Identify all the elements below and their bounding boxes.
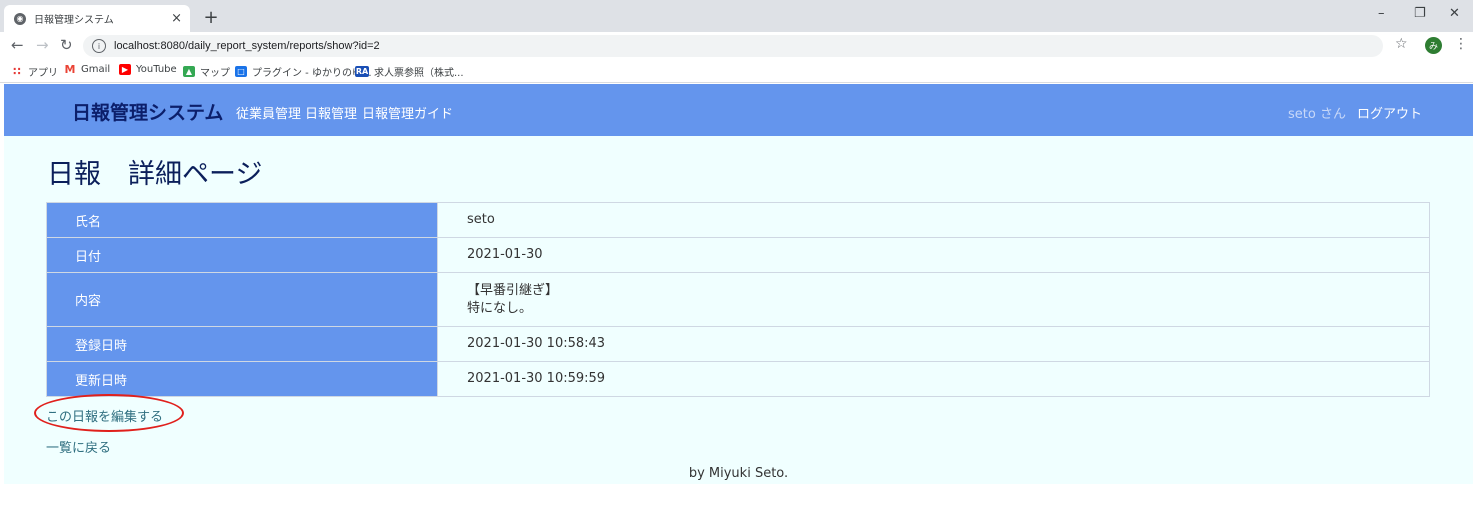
bookmark-plugin[interactable]: □ プラグイン - ゆかりのゆ... [235,64,372,79]
browser-toolbar: ← → ↻ i localhost:8080/daily_report_syst… [0,32,1473,59]
row-label-name: 氏名 [46,202,438,238]
menu-kebab-icon[interactable]: ⋮ [1454,36,1468,52]
new-tab-button[interactable]: + [201,7,221,28]
highlight-circle-annotation [34,394,184,432]
bookmark-job[interactable]: RA 求人票参照（株式... [355,64,464,79]
url-text[interactable]: localhost:8080/daily_report_system/repor… [114,40,380,52]
minimize-icon[interactable]: – [1378,6,1385,21]
bookmark-label: マップ [200,68,230,79]
nav-reports[interactable]: 日報管理 [305,103,357,122]
job-icon: RA [355,66,369,77]
reload-icon[interactable]: ↻ [60,36,73,54]
table-row: 内容 【早番引継ぎ】 特になし。 [46,272,1430,327]
row-value-date: 2021-01-30 [437,237,1430,273]
bookmark-apps[interactable]: ∷ アプリ [11,64,58,79]
bookmark-label: 求人票参照（株式... [374,68,464,79]
row-label-date: 日付 [46,237,438,273]
row-value-name: seto [437,202,1430,238]
bookmark-label: プラグイン - ゆかりのゆ... [252,68,372,79]
nav-guide[interactable]: 日報管理ガイド [362,103,453,122]
bookmark-maps[interactable]: ▲ マップ [183,64,230,79]
bookmark-star-icon[interactable]: ☆ [1395,36,1408,52]
site-header: 日報管理システム 従業員管理 日報管理 日報管理ガイド seto さん ログアウ… [4,84,1473,136]
window-close-icon[interactable]: ✕ [1449,6,1460,21]
current-user: seto さん [1288,107,1346,122]
site-info-icon[interactable]: i [92,39,106,53]
bookmarks-bar: ∷ アプリ M Gmail ▶ YouTube ▲ マップ □ プラグイン - … [0,59,1473,83]
page-body: 日報管理システム 従業員管理 日報管理 日報管理ガイド seto さん ログアウ… [4,84,1473,484]
row-label-created: 登録日時 [46,326,438,362]
row-value-created: 2021-01-30 10:58:43 [437,326,1430,362]
bookmark-label: Gmail [81,64,111,75]
row-value-content: 【早番引継ぎ】 特になし。 [437,272,1430,327]
globe-icon: ◉ [14,12,26,25]
address-bar[interactable]: i localhost:8080/daily_report_system/rep… [83,35,1383,57]
apps-grid-icon: ∷ [11,65,23,78]
row-value-updated: 2021-01-30 10:59:59 [437,361,1430,397]
back-to-list-link[interactable]: 一覧に戻る [46,437,111,456]
logout-link[interactable]: ログアウト [1357,103,1422,122]
content-line: 【早番引継ぎ】 [467,282,559,298]
forward-arrow-icon[interactable]: → [36,36,49,54]
bookmark-youtube[interactable]: ▶ YouTube [119,64,177,75]
bookmark-label: YouTube [136,64,177,75]
tab-close-button[interactable]: × [171,11,182,26]
report-detail-table: 氏名 seto 日付 2021-01-30 内容 【早番引継ぎ】 特になし。 登… [46,202,1430,397]
nav-employees[interactable]: 従業員管理 [236,103,301,122]
tab-title: 日報管理システム [34,15,114,26]
row-label-updated: 更新日時 [46,361,438,397]
site-brand[interactable]: 日報管理システム [72,98,223,125]
maps-icon: ▲ [183,66,195,77]
browser-tab[interactable]: ◉ 日報管理システム × [4,5,190,32]
browser-tabstrip: ◉ 日報管理システム × + – ❐ ✕ [0,0,1473,32]
page-footer: by Miyuki Seto. [688,466,789,481]
table-row: 日付 2021-01-30 [46,237,1430,273]
table-row: 氏名 seto [46,202,1430,238]
plugin-icon: □ [235,66,247,77]
profile-avatar[interactable]: み [1425,37,1442,54]
restore-icon[interactable]: ❐ [1414,6,1426,21]
content-line: 特になし。 [467,300,533,316]
bookmark-label: アプリ [28,68,58,79]
row-label-content: 内容 [46,272,438,327]
table-row: 登録日時 2021-01-30 10:58:43 [46,326,1430,362]
page-title: 日報 詳細ページ [47,159,263,190]
gmail-icon: M [64,63,76,76]
table-row: 更新日時 2021-01-30 10:59:59 [46,361,1430,397]
back-arrow-icon[interactable]: ← [11,36,24,54]
youtube-icon: ▶ [119,64,131,75]
bookmark-gmail[interactable]: M Gmail [64,63,111,76]
